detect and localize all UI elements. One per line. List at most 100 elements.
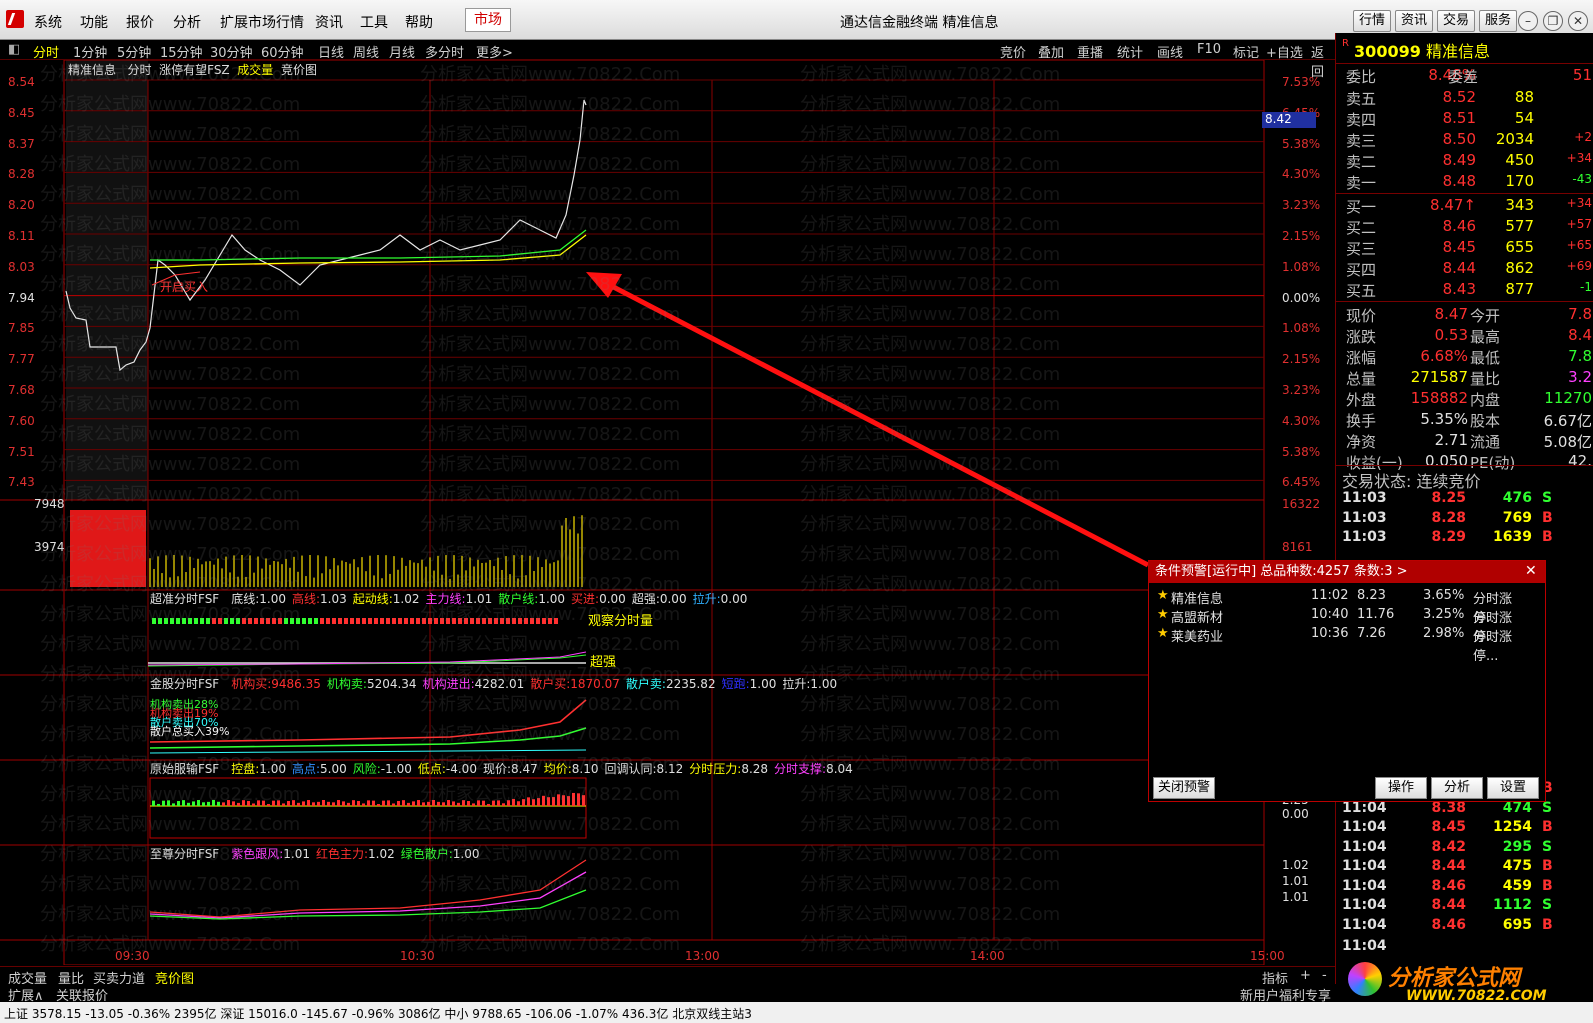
top-button[interactable]: 行情 [1353,10,1391,32]
ind3-bar [317,801,320,806]
period-tab[interactable]: 多分时 [425,42,464,61]
bottom-tool[interactable]: - [1322,968,1327,983]
signal-mark [296,618,300,624]
signal-mark [440,618,444,624]
signal-mark [470,618,474,624]
chart-tool[interactable]: 叠加 [1038,42,1064,61]
ind3-bar [477,800,480,806]
indicator-key: 超强: [631,592,660,606]
popup-button[interactable]: 分析 [1431,777,1483,799]
menu-item[interactable]: 报价 [126,12,154,32]
minimize-icon[interactable]: – [1518,11,1538,31]
top-button[interactable]: 服务 [1479,10,1517,32]
menu-item[interactable]: 工具 [360,12,388,32]
tick-volume: 695 [1502,916,1532,933]
ind3-bar [262,800,265,806]
chart-tool[interactable]: 画线 [1157,42,1183,61]
menu-item[interactable]: 分析 [173,12,201,32]
condition-alert-popup[interactable]: 条件预警[运行中] 总品种数:4257 条数:3 > ✕ ★ 精准信息 11:02 8… [1148,560,1546,802]
ind3-bar [292,800,295,806]
tick-time: 11:03 [1342,529,1387,545]
top-button[interactable]: 资讯 [1395,10,1433,32]
ask-volume: 450 [1505,151,1534,169]
weibi-label: 委比 [1346,68,1377,86]
period-tab[interactable]: 1分钟 [73,42,107,61]
alert-row[interactable]: ★ 精准信息 11:02 8.23 3.65% 分时涨停... [1157,588,1537,626]
ind3-bar [492,800,495,806]
tick-volume: 1112 [1493,897,1532,913]
intraday-chart[interactable]: 精准信息 分时 涨停有望FSZ 成交量 竞价图 8.54 8.45 8.37 8.28… [0,60,1335,965]
weicha-label: 委差 [1448,68,1479,86]
alert-row[interactable]: ★ 高盟新材 10:40 11.76 3.25% 分时涨停... [1157,607,1537,645]
period-tab[interactable]: 日线 [318,42,344,61]
ind3-bar [452,801,455,806]
chart-tool[interactable]: +自选 [1266,42,1303,61]
indicator-value: 9486.35 [271,677,321,691]
menu-item[interactable]: 帮助 [405,12,433,32]
ind3-bar [192,801,195,806]
period-tab[interactable]: 60分钟 [261,42,304,61]
period-tab[interactable]: 分时 [33,42,59,61]
ind3-bar [272,800,275,806]
chart-tool[interactable]: 统计 [1117,42,1143,61]
indicator-name[interactable]: 原始服输FSF [150,762,219,776]
tick-price: 8.25 [1431,490,1466,506]
indicator-value: 5204.34 [366,677,417,691]
menu-item[interactable]: 功能 [80,12,108,32]
info-value: 0.53 [1434,326,1468,344]
indicator-name[interactable]: 超准分时FSF [150,592,219,606]
market-tab[interactable]: 市场 [465,8,511,32]
indicator-name[interactable]: 至尊分时FSF [150,847,219,861]
chart-tool[interactable]: 标记 [1233,42,1259,61]
close-icon[interactable]: ✕ [1568,11,1588,31]
ask-change: -43 [1572,172,1592,186]
signal-mark [230,618,234,624]
chart-tool[interactable]: 重播 [1077,42,1103,61]
ind3-bar [432,800,435,806]
volume-label[interactable]: 成交量 [237,63,273,77]
signal-mark [404,618,408,624]
pct-tick: 5.38% [1282,444,1321,459]
chart-tool[interactable]: 竞价 [1000,42,1026,61]
period-tab[interactable]: 30分钟 [210,42,253,61]
period-tab[interactable]: 5分钟 [117,42,151,61]
ask-label: 卖五 [1346,90,1377,108]
indicator-value: 1.02 [368,847,395,861]
price-tick: 7.68 [8,383,35,397]
weicha-value: 51 [1572,66,1592,84]
period-tab[interactable]: 更多> [476,42,513,61]
chart-tool[interactable]: F10 [1197,42,1221,57]
info-value: 5.35% [1420,410,1468,428]
bottom-tool[interactable]: + [1300,968,1311,983]
ind3-bar [392,803,395,806]
menu-item[interactable]: 系统 [34,12,62,32]
tick-row: 11:03 8.25 476 S [1336,490,1593,509]
indicator-value: 8.28 [741,762,769,776]
indicator-key: 短跑: [721,677,750,691]
top-button[interactable]: 交易 [1437,10,1475,32]
popup-close-icon[interactable]: ✕ [1525,563,1537,579]
menu-item[interactable]: 扩展市场行情 [220,12,304,32]
menu-item[interactable]: 资讯 [315,12,343,32]
auction-label[interactable]: 竞价图 [281,63,317,77]
info-row: 涨幅 6.68% 最低 7.8 [1336,347,1593,368]
signal-mark [200,618,204,624]
pct-tick: 7.53% [1282,75,1321,89]
indicator-key: 机构卖: [326,677,367,691]
panel-toggle-icon[interactable]: ◧ [8,42,20,57]
divider [1336,193,1593,194]
indicator-value: 0.00 [599,592,626,606]
close-alert-button[interactable]: 关闭预警 [1153,777,1215,799]
indicator-name[interactable]: 涨停有望FSZ [159,63,230,77]
bid-change: -1 [1580,280,1592,294]
ind3-bar [417,800,420,806]
period-tab[interactable]: 15分钟 [160,42,203,61]
indicator-name[interactable]: 金股分时FSF [150,677,219,691]
alert-row[interactable]: ★ 莱美药业 10:36 7.26 2.98% 分时涨停... [1157,626,1537,664]
pct-tick: 3.23% [1282,383,1321,397]
restore-icon[interactable]: ❐ [1543,11,1563,31]
period-tab[interactable]: 周线 [353,42,379,61]
popup-button[interactable]: 操作 [1375,777,1427,799]
popup-button[interactable]: 设置 [1487,777,1539,799]
period-tab[interactable]: 月线 [389,42,415,61]
